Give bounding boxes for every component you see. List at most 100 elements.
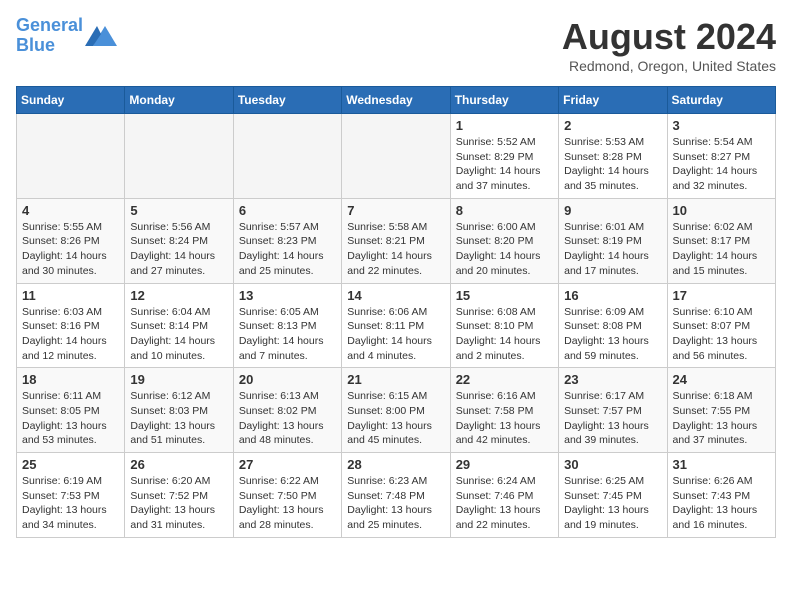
calendar-cell [17, 114, 125, 199]
calendar-cell: 29Sunrise: 6:24 AM Sunset: 7:46 PM Dayli… [450, 453, 558, 538]
day-info: Sunrise: 5:56 AM Sunset: 8:24 PM Dayligh… [130, 220, 227, 279]
day-info: Sunrise: 6:23 AM Sunset: 7:48 PM Dayligh… [347, 474, 444, 533]
weekday-header-monday: Monday [125, 87, 233, 114]
day-number: 5 [130, 203, 227, 218]
calendar-cell: 28 Sunrise: 6:23 AM Sunset: 7:48 PM Dayli… [342, 453, 450, 538]
day-info: Sunrise: 6:06 AM Sunset: 8:11 PM Dayligh… [347, 305, 444, 364]
calendar-cell: 15Sunrise: 6:08 AM Sunset: 8:10 PM Dayli… [450, 283, 558, 368]
day-info: Sunrise: 5:58 AM Sunset: 8:21 PM Dayligh… [347, 220, 444, 279]
weekday-header-wednesday: Wednesday [342, 87, 450, 114]
day-info: Sunrise: 6:17 AM Sunset: 7:57 PM Dayligh… [564, 389, 661, 448]
day-number: 10 [673, 203, 770, 218]
calendar-week-1: 1 Sunrise: 5:52 AM Sunset: 8:29 PM Daylig… [17, 114, 776, 199]
calendar-cell: 2 Sunrise: 5:53 AM Sunset: 8:28 PM Daylig… [559, 114, 667, 199]
day-number: 9 [564, 203, 661, 218]
day-info: Sunrise: 6:09 AM Sunset: 8:08 PM Dayligh… [564, 305, 661, 364]
day-info: Sunrise: 6:18 AM Sunset: 7:55 PM Dayligh… [673, 389, 770, 448]
calendar-week-2: 4Sunrise: 5:55 AM Sunset: 8:26 PM Daylig… [17, 198, 776, 283]
day-info: Sunrise: 5:54 AM Sunset: 8:27 PM Dayligh… [673, 135, 770, 194]
calendar-cell: 3 Sunrise: 5:54 AM Sunset: 8:27 PM Daylig… [667, 114, 775, 199]
calendar-cell: 21 Sunrise: 6:15 AM Sunset: 8:00 PM Dayli… [342, 368, 450, 453]
calendar-cell [342, 114, 450, 199]
day-info: Sunrise: 6:03 AM Sunset: 8:16 PM Dayligh… [22, 305, 119, 364]
day-number: 7 [347, 203, 444, 218]
day-info: Sunrise: 6:26 AM Sunset: 7:43 PM Dayligh… [673, 474, 770, 533]
day-info: Sunrise: 5:55 AM Sunset: 8:26 PM Dayligh… [22, 220, 119, 279]
day-number: 8 [456, 203, 553, 218]
day-number: 29 [456, 457, 553, 472]
calendar-cell: 18Sunrise: 6:11 AM Sunset: 8:05 PM Dayli… [17, 368, 125, 453]
calendar-week-3: 11Sunrise: 6:03 AM Sunset: 8:16 PM Dayli… [17, 283, 776, 368]
calendar-cell: 13Sunrise: 6:05 AM Sunset: 8:13 PM Dayli… [233, 283, 341, 368]
calendar-cell: 16Sunrise: 6:09 AM Sunset: 8:08 PM Dayli… [559, 283, 667, 368]
calendar-cell: 4Sunrise: 5:55 AM Sunset: 8:26 PM Daylig… [17, 198, 125, 283]
calendar-cell: 20 Sunrise: 6:13 AM Sunset: 8:02 PM Dayli… [233, 368, 341, 453]
day-number: 28 [347, 457, 444, 472]
calendar-cell: 12 Sunrise: 6:04 AM Sunset: 8:14 PM Dayli… [125, 283, 233, 368]
calendar-cell: 11Sunrise: 6:03 AM Sunset: 8:16 PM Dayli… [17, 283, 125, 368]
day-info: Sunrise: 6:22 AM Sunset: 7:50 PM Dayligh… [239, 474, 336, 533]
day-number: 26 [130, 457, 227, 472]
logo-icon [85, 22, 117, 50]
day-number: 19 [130, 372, 227, 387]
day-info: Sunrise: 6:19 AM Sunset: 7:53 PM Dayligh… [22, 474, 119, 533]
title-block: August 2024 Redmond, Oregon, United Stat… [562, 16, 776, 74]
day-number: 12 [130, 288, 227, 303]
calendar-table: SundayMondayTuesdayWednesdayThursdayFrid… [16, 86, 776, 538]
calendar-cell [233, 114, 341, 199]
calendar-cell: 9Sunrise: 6:01 AM Sunset: 8:19 PM Daylig… [559, 198, 667, 283]
day-number: 1 [456, 118, 553, 133]
weekday-header-row: SundayMondayTuesdayWednesdayThursdayFrid… [17, 87, 776, 114]
calendar-cell: 22Sunrise: 6:16 AM Sunset: 7:58 PM Dayli… [450, 368, 558, 453]
weekday-header-sunday: Sunday [17, 87, 125, 114]
calendar-cell: 26 Sunrise: 6:20 AM Sunset: 7:52 PM Dayli… [125, 453, 233, 538]
day-info: Sunrise: 6:08 AM Sunset: 8:10 PM Dayligh… [456, 305, 553, 364]
day-number: 23 [564, 372, 661, 387]
day-info: Sunrise: 5:57 AM Sunset: 8:23 PM Dayligh… [239, 220, 336, 279]
month-title: August 2024 [562, 16, 776, 58]
weekday-header-tuesday: Tuesday [233, 87, 341, 114]
calendar-cell [125, 114, 233, 199]
calendar-cell: 31 Sunrise: 6:26 AM Sunset: 7:43 PM Dayli… [667, 453, 775, 538]
day-number: 3 [673, 118, 770, 133]
day-number: 21 [347, 372, 444, 387]
calendar-cell: 27 Sunrise: 6:22 AM Sunset: 7:50 PM Dayli… [233, 453, 341, 538]
day-number: 14 [347, 288, 444, 303]
calendar-week-4: 18Sunrise: 6:11 AM Sunset: 8:05 PM Dayli… [17, 368, 776, 453]
location-subtitle: Redmond, Oregon, United States [562, 58, 776, 74]
calendar-cell: 8Sunrise: 6:00 AM Sunset: 8:20 PM Daylig… [450, 198, 558, 283]
calendar-cell: 10 Sunrise: 6:02 AM Sunset: 8:17 PM Dayli… [667, 198, 775, 283]
calendar-cell: 30Sunrise: 6:25 AM Sunset: 7:45 PM Dayli… [559, 453, 667, 538]
day-number: 17 [673, 288, 770, 303]
day-info: Sunrise: 6:25 AM Sunset: 7:45 PM Dayligh… [564, 474, 661, 533]
day-number: 2 [564, 118, 661, 133]
day-number: 6 [239, 203, 336, 218]
day-number: 20 [239, 372, 336, 387]
day-info: Sunrise: 6:02 AM Sunset: 8:17 PM Dayligh… [673, 220, 770, 279]
logo-line1: General [16, 15, 83, 35]
calendar-cell: 19 Sunrise: 6:12 AM Sunset: 8:03 PM Dayli… [125, 368, 233, 453]
day-info: Sunrise: 6:05 AM Sunset: 8:13 PM Dayligh… [239, 305, 336, 364]
day-number: 31 [673, 457, 770, 472]
day-info: Sunrise: 6:12 AM Sunset: 8:03 PM Dayligh… [130, 389, 227, 448]
calendar-cell: 7 Sunrise: 5:58 AM Sunset: 8:21 PM Daylig… [342, 198, 450, 283]
day-number: 27 [239, 457, 336, 472]
day-info: Sunrise: 6:04 AM Sunset: 8:14 PM Dayligh… [130, 305, 227, 364]
day-info: Sunrise: 5:53 AM Sunset: 8:28 PM Dayligh… [564, 135, 661, 194]
day-number: 24 [673, 372, 770, 387]
calendar-cell: 5 Sunrise: 5:56 AM Sunset: 8:24 PM Daylig… [125, 198, 233, 283]
logo-line2: Blue [16, 35, 55, 55]
calendar-cell: 23 Sunrise: 6:17 AM Sunset: 7:57 PM Dayli… [559, 368, 667, 453]
calendar-cell: 25Sunrise: 6:19 AM Sunset: 7:53 PM Dayli… [17, 453, 125, 538]
day-info: Sunrise: 6:13 AM Sunset: 8:02 PM Dayligh… [239, 389, 336, 448]
calendar-cell: 1 Sunrise: 5:52 AM Sunset: 8:29 PM Daylig… [450, 114, 558, 199]
day-info: Sunrise: 6:20 AM Sunset: 7:52 PM Dayligh… [130, 474, 227, 533]
day-info: Sunrise: 6:15 AM Sunset: 8:00 PM Dayligh… [347, 389, 444, 448]
calendar-cell: 17 Sunrise: 6:10 AM Sunset: 8:07 PM Dayli… [667, 283, 775, 368]
weekday-header-friday: Friday [559, 87, 667, 114]
weekday-header-saturday: Saturday [667, 87, 775, 114]
calendar-cell: 14 Sunrise: 6:06 AM Sunset: 8:11 PM Dayli… [342, 283, 450, 368]
day-info: Sunrise: 5:52 AM Sunset: 8:29 PM Dayligh… [456, 135, 553, 194]
day-info: Sunrise: 6:10 AM Sunset: 8:07 PM Dayligh… [673, 305, 770, 364]
day-info: Sunrise: 6:11 AM Sunset: 8:05 PM Dayligh… [22, 389, 119, 448]
